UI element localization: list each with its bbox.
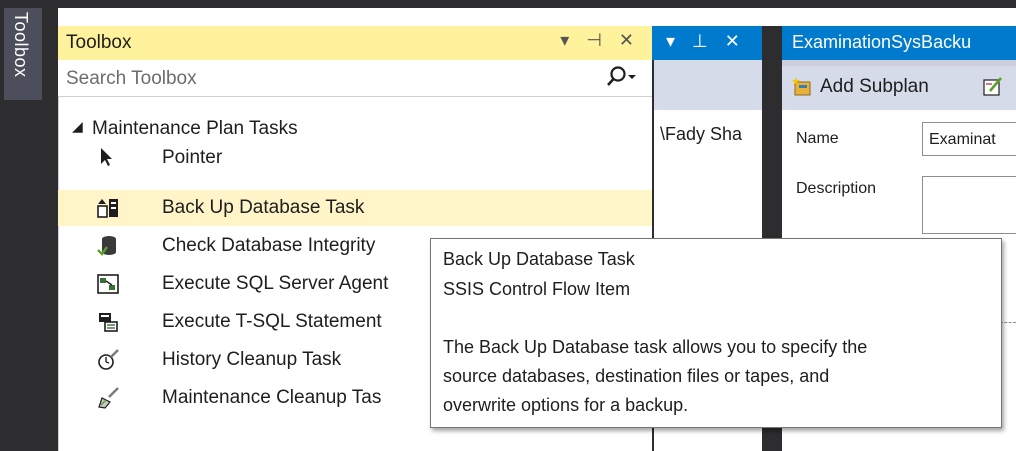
maintenance-cleanup-icon [96,386,119,409]
check-integrity-icon [96,234,118,256]
history-cleanup-icon [96,348,119,370]
toolbox-item-label: Check Database Integrity [162,235,376,256]
designer-surface-border [1000,322,1016,366]
toolbox-item-back-up-database-task[interactable]: Back Up Database Task [58,190,652,226]
window-frame-top [0,0,1016,8]
toolbox-title-bar[interactable]: Toolbox ▾ ⊣ ✕ [58,26,652,60]
sql-agent-icon [96,272,119,294]
toolbox-window-controls[interactable]: ▾ ⊣ ✕ [560,30,640,51]
toolbox-item-label: Execute T-SQL Statement [162,311,382,332]
designer-toolbar: Add Subplan [782,60,1016,110]
tooltip-description-line-3: overwrite options for a backup. [443,395,689,415]
item-tooltip: Back Up Database Task SSIS Control Flow … [430,238,1002,428]
toolbox-item-label: Execute SQL Server Agent [162,273,389,294]
description-label: Description [796,180,877,197]
middle-pane-toolbar [654,60,762,110]
toolbox-item-label: Maintenance Cleanup Tas [162,387,382,408]
tooltip-title: Back Up Database Task [443,249,635,269]
search-icon[interactable] [604,64,638,96]
search-toolbox-input[interactable]: Search Toolbox [58,60,652,97]
name-input[interactable]: Examinat [922,122,1016,156]
pointer-icon [96,146,118,168]
search-placeholder: Search Toolbox [66,68,197,89]
toolbox-item-label: History Cleanup Task [162,349,342,370]
document-tab[interactable]: ExaminationSysBacku [782,26,1016,60]
middle-pane-window-controls[interactable]: ▾ ⊥ ✕ [666,31,746,52]
tooltip-description-line-1: The Back Up Database task allows you to … [443,337,868,357]
backup-database-icon [96,196,118,218]
group-label: Maintenance Plan Tasks [92,118,298,139]
name-label: Name [796,130,839,147]
toolbox-side-tab[interactable]: Toolbox [4,8,42,100]
add-subplan-button[interactable]: Add Subplan [820,76,929,98]
tsql-icon [96,310,118,332]
collapse-arrow-icon[interactable]: ◢ [72,118,83,135]
name-input-value: Examinat [929,131,996,148]
middle-pane-header[interactable]: ▾ ⊥ ✕ [652,26,762,60]
toolbox-item-label: Back Up Database Task [162,197,365,218]
toolbox-item-pointer[interactable]: Pointer [58,140,652,176]
tooltip-subtitle: SSIS Control Flow Item [443,279,631,299]
description-input[interactable] [922,176,1016,234]
toolbox-title: Toolbox [66,32,132,53]
edit-subplan-icon[interactable] [982,76,1002,96]
toolbox-item-label: Pointer [162,147,223,168]
add-subplan-icon[interactable] [792,76,812,96]
toolbox-side-tab-label: Toolbox [11,12,31,78]
document-tab-title: ExaminationSysBacku [792,32,972,52]
middle-pane-path-text: \Fady Sha [660,124,743,144]
tooltip-description-line-2: source databases, destination files or t… [443,366,830,386]
